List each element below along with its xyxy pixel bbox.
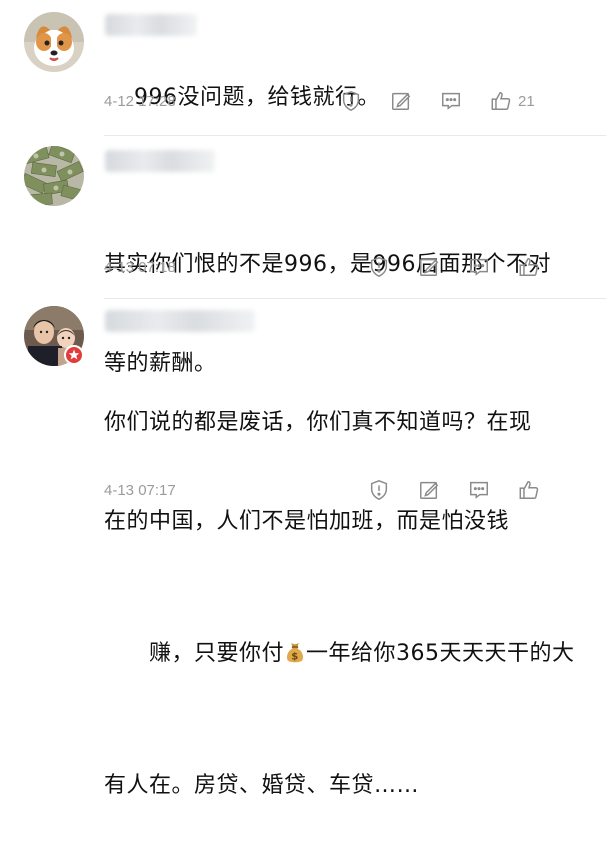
avatar-money-pile[interactable] [24, 146, 84, 206]
comment-line-segment: 一年给你365天天天干的大 [305, 641, 575, 666]
divider [104, 298, 606, 299]
comment-timestamp: 4-13 07:17 [104, 482, 176, 499]
comment-actions [368, 479, 568, 501]
avatar-dog[interactable] [24, 12, 84, 72]
comment-line: 有人在。房贷、婚贷、车贷…… [104, 773, 420, 798]
comment-timestamp: 4-13 07:18 [104, 259, 176, 276]
like-count: 21 [518, 92, 535, 110]
comment-line-segment: 赚，只要你付 [148, 641, 284, 666]
edit-square-icon[interactable] [390, 90, 412, 112]
edit-square-icon[interactable] [418, 479, 440, 501]
svg-text:$: $ [291, 651, 298, 662]
money-bag-icon: $ [286, 642, 303, 662]
divider [104, 135, 606, 136]
username-blurred[interactable] [105, 14, 197, 36]
thumbs-up-icon[interactable] [518, 479, 540, 501]
shield-alert-icon[interactable] [368, 479, 390, 501]
comment-line: 赚，只要你付 $ 一年给你365天天天干的大 [104, 604, 574, 703]
comment-timestamp: 4-12 17:28 [104, 93, 176, 110]
comment-actions: 21 [340, 90, 535, 112]
edit-square-icon[interactable] [418, 256, 440, 278]
username-blurred[interactable] [105, 150, 215, 172]
thumbs-up-icon[interactable] [518, 256, 540, 278]
comment-bubble-icon[interactable] [468, 256, 490, 278]
comment-bubble-icon[interactable] [440, 90, 462, 112]
comment-actions [368, 256, 568, 278]
shield-alert-icon[interactable] [340, 90, 362, 112]
shield-alert-icon[interactable] [368, 256, 390, 278]
thumbs-up-icon[interactable] [490, 90, 512, 112]
comment-bubble-icon[interactable] [468, 479, 490, 501]
comment-line: 在的中国，人们不是怕加班，而是怕没钱 [104, 509, 510, 534]
comment-text: 你们说的都是废话，你们真不知道吗？在现 在的中国，人们不是怕加班，而是怕没钱 赚… [104, 340, 574, 868]
red-verification-badge [64, 345, 84, 365]
username-blurred[interactable] [105, 310, 255, 332]
comment-line: 你们说的都是废话，你们真不知道吗？在现 [104, 410, 532, 435]
